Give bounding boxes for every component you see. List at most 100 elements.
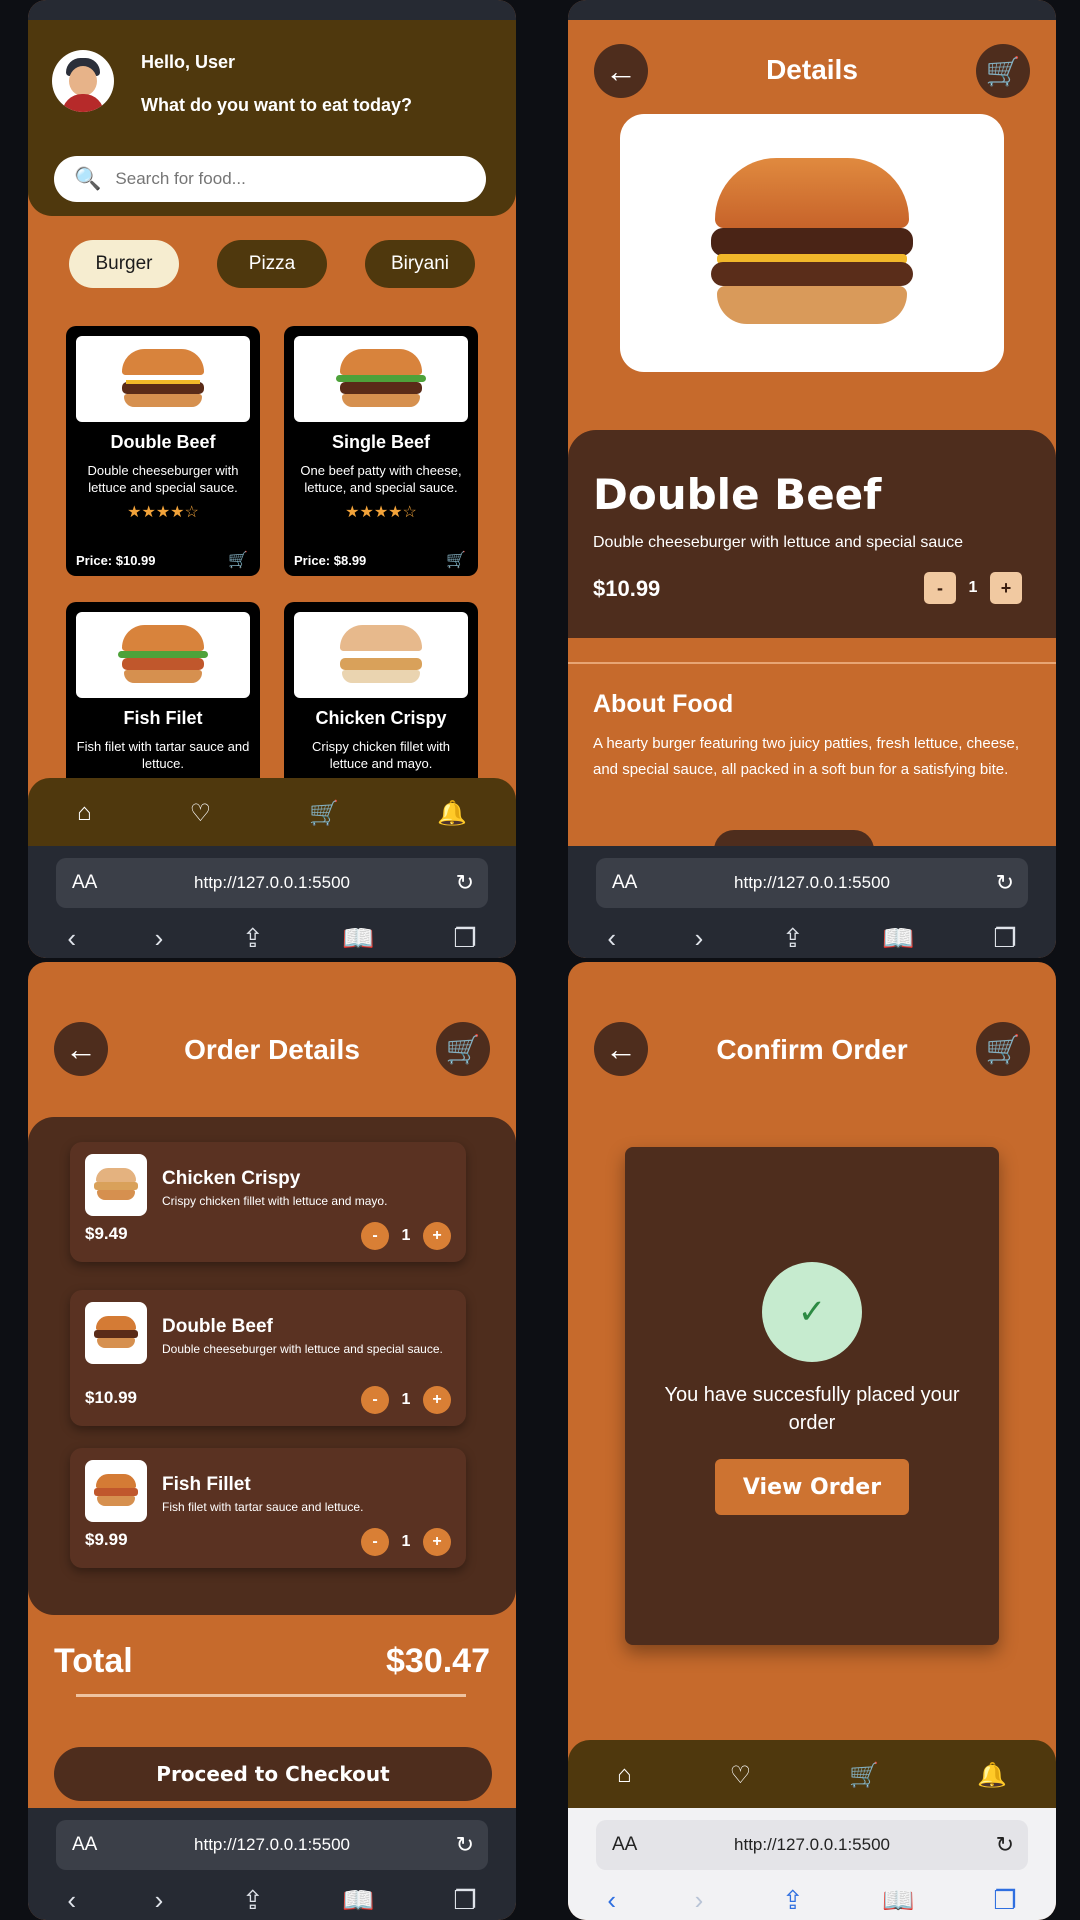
proceed-to-checkout-button[interactable]: Proceed to Checkout [54, 1747, 492, 1801]
quantity-stepper: - 1 + [361, 1222, 451, 1250]
cart-icon[interactable]: 🛒 [849, 1761, 879, 1790]
home-icon[interactable]: ⌂ [617, 1761, 632, 1789]
reader-text-size-button[interactable]: AA [612, 872, 637, 894]
quantity-value: 1 [401, 1533, 411, 1550]
item-name: Chicken Crispy [162, 1168, 301, 1189]
item-price: $9.49 [85, 1224, 128, 1243]
reader-text-size-button[interactable]: AA [72, 1834, 97, 1856]
url-bar[interactable]: AA http://127.0.0.1:5500 ↻ [596, 858, 1028, 908]
food-name: Double Beef [110, 432, 216, 452]
about-text: A hearty burger featuring two juicy patt… [593, 735, 1020, 778]
total-label: Total [54, 1642, 133, 1680]
food-name: Fish Filet [123, 708, 203, 728]
cart-button-icon[interactable]: 🛒 [976, 1022, 1030, 1076]
bell-icon[interactable]: 🔔 [437, 799, 467, 828]
order-item: Fish Fillet Fish filet with tartar sauce… [70, 1448, 466, 1568]
url-bar[interactable]: AA http://127.0.0.1:5500 ↻ [596, 1820, 1028, 1870]
food-price: Price: $10.99 [76, 553, 156, 568]
food-name: Single Beef [331, 432, 431, 452]
share-icon[interactable]: ⇪ [782, 1885, 804, 1916]
food-price: Price: $8.99 [294, 553, 367, 568]
total-value: $30.47 [386, 1642, 490, 1680]
quantity-stepper: - 1 + [361, 1386, 451, 1414]
decrease-button[interactable]: - [361, 1222, 389, 1250]
food-desc: Double cheeseburger with lettuce and spe… [87, 463, 239, 495]
heart-icon[interactable]: ♡ [730, 1761, 752, 1790]
cart-icon[interactable]: 🛒 [309, 799, 339, 828]
food-image [294, 336, 468, 422]
heart-icon[interactable]: ♡ [190, 799, 212, 828]
home-header: Hello, User What do you want to eat toda… [28, 20, 516, 216]
increase-button[interactable]: + [423, 1386, 451, 1414]
search-input[interactable] [115, 169, 456, 189]
home-icon[interactable]: ⌂ [77, 799, 92, 827]
decrease-button[interactable]: - [361, 1528, 389, 1556]
confirmation-message: You have succesfully placed your order [664, 1384, 960, 1434]
details-screen: ← Details 🛒 Double Beef Double cheesebur… [568, 0, 1056, 958]
browser-toolbar: AA http://127.0.0.1:5500 ↻ ‹ › ⇪ 📖 ❐ [568, 1808, 1056, 1920]
bookmarks-icon[interactable]: 📖 [882, 923, 914, 954]
tabs-icon[interactable]: ❐ [993, 1885, 1016, 1916]
increase-button[interactable]: + [423, 1528, 451, 1556]
cart-button-icon[interactable]: 🛒 [976, 44, 1030, 98]
food-card-single-beef[interactable]: Single Beef One beef patty with cheese, … [284, 326, 478, 576]
reader-text-size-button[interactable]: AA [72, 872, 97, 894]
bookmarks-icon[interactable]: 📖 [882, 1885, 914, 1916]
food-card-double-beef[interactable]: Double Beef Double cheeseburger with let… [66, 326, 260, 576]
url-text[interactable]: http://127.0.0.1:5500 [56, 1835, 488, 1855]
view-order-button[interactable]: View Order [715, 1459, 909, 1515]
reload-icon[interactable]: ↻ [996, 870, 1014, 896]
avatar[interactable] [52, 50, 114, 112]
back-icon[interactable]: ‹ [607, 1885, 616, 1916]
food-price: $10.99 [593, 576, 661, 601]
url-text[interactable]: http://127.0.0.1:5500 [596, 873, 1028, 893]
reload-icon[interactable]: ↻ [996, 1832, 1014, 1858]
total-divider [76, 1694, 466, 1697]
forward-icon[interactable]: › [155, 1885, 164, 1916]
add-to-cart-icon[interactable]: 🛒 [228, 550, 248, 570]
confirmation-card: ✓ You have succesfully placed your order… [625, 1147, 999, 1645]
tabs-icon[interactable]: ❐ [453, 923, 476, 954]
reload-icon[interactable]: ↻ [456, 1832, 474, 1858]
add-to-cart-icon[interactable]: 🛒 [446, 550, 466, 570]
search-bar[interactable]: 🔍 [54, 156, 486, 202]
reload-icon[interactable]: ↻ [456, 870, 474, 896]
bottom-nav: ⌂ ♡ 🛒 🔔 [28, 778, 516, 848]
share-icon[interactable]: ⇪ [242, 923, 264, 954]
bell-icon[interactable]: 🔔 [977, 1761, 1007, 1790]
confirm-order-screen: ← Confirm Order 🛒 ✓ You have succesfully… [568, 962, 1056, 1920]
greeting-text: Hello, User [141, 52, 236, 72]
tabs-icon[interactable]: ❐ [453, 1885, 476, 1916]
decrease-button[interactable]: - [924, 572, 956, 604]
back-icon[interactable]: ‹ [67, 1885, 76, 1916]
forward-icon[interactable]: › [695, 923, 704, 954]
forward-icon[interactable]: › [695, 1885, 704, 1916]
order-item: Double Beef Double cheeseburger with let… [70, 1290, 466, 1426]
back-icon[interactable]: ‹ [67, 923, 76, 954]
increase-button[interactable]: + [423, 1222, 451, 1250]
back-icon[interactable]: ‹ [607, 923, 616, 954]
category-biryani[interactable]: Biryani [365, 240, 475, 288]
tabs-icon[interactable]: ❐ [993, 923, 1016, 954]
item-desc: Fish filet with tartar sauce and lettuce… [162, 1500, 364, 1514]
url-bar[interactable]: AA http://127.0.0.1:5500 ↻ [56, 1820, 488, 1870]
url-bar[interactable]: AA http://127.0.0.1:5500 ↻ [56, 858, 488, 908]
forward-icon[interactable]: › [155, 923, 164, 954]
share-icon[interactable]: ⇪ [242, 1885, 264, 1916]
bookmarks-icon[interactable]: 📖 [342, 1885, 374, 1916]
decrease-button[interactable]: - [361, 1386, 389, 1414]
category-tabs: Burger Pizza Biryani [28, 240, 516, 288]
order-item: Chicken Crispy Crispy chicken fillet wit… [70, 1142, 466, 1262]
cart-button-icon[interactable]: 🛒 [436, 1022, 490, 1076]
url-text[interactable]: http://127.0.0.1:5500 [56, 873, 488, 893]
share-icon[interactable]: ⇪ [782, 923, 804, 954]
increase-button[interactable]: + [990, 572, 1022, 604]
category-pizza[interactable]: Pizza [217, 240, 327, 288]
item-desc: Crispy chicken fillet with lettuce and m… [162, 1194, 388, 1208]
reader-text-size-button[interactable]: AA [612, 1834, 637, 1856]
bookmarks-icon[interactable]: 📖 [342, 923, 374, 954]
url-text[interactable]: http://127.0.0.1:5500 [596, 1835, 1028, 1855]
browser-toolbar: AA http://127.0.0.1:5500 ↻ ‹ › ⇪ 📖 ❐ [28, 846, 516, 958]
food-image [294, 612, 468, 698]
category-burger[interactable]: Burger [69, 240, 179, 288]
